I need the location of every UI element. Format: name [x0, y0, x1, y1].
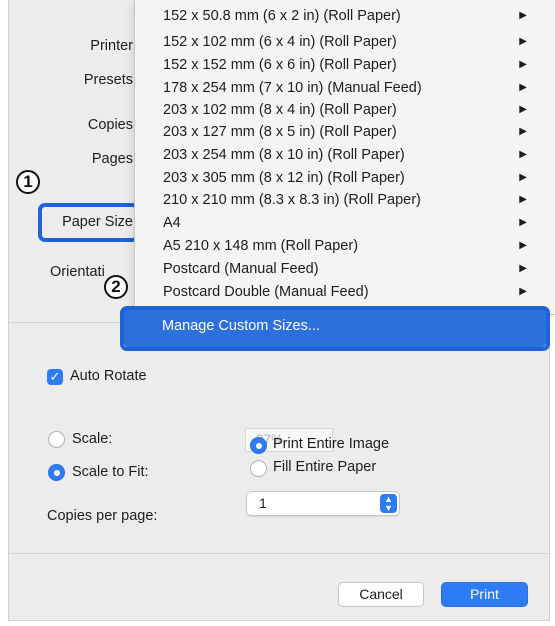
manage-custom-sizes-callout-box: [120, 306, 550, 351]
menu-item-paper-size[interactable]: 178 x 254 mm (7 x 10 in) (Manual Feed): [163, 77, 422, 99]
paper-size-callout-box: [38, 203, 139, 242]
submenu-arrow-icon: ▶: [519, 149, 527, 160]
chevron-up-down-icon: ▲ ▼: [380, 494, 397, 513]
auto-rotate-checkbox[interactable]: ✓: [47, 369, 63, 385]
scale-label: Scale:: [72, 431, 113, 447]
cancel-button[interactable]: Cancel: [338, 582, 424, 607]
scale-to-fit-label: Scale to Fit:: [72, 464, 149, 480]
print-button[interactable]: Print: [441, 582, 528, 607]
menu-item-paper-size[interactable]: 203 x 127 mm (8 x 5 in) (Roll Paper): [163, 121, 397, 143]
submenu-arrow-icon: ▶: [519, 59, 527, 70]
copies-per-page-value: 1: [259, 495, 267, 511]
menu-item-paper-size[interactable]: Postcard (Manual Feed): [163, 258, 319, 280]
fill-entire-paper-label: Fill Entire Paper: [273, 459, 377, 475]
menu-item-paper-size[interactable]: A4: [163, 212, 181, 234]
submenu-arrow-icon: ▶: [519, 126, 527, 137]
menu-item-paper-size[interactable]: 152 x 152 mm (6 x 6 in) (Roll Paper): [163, 54, 397, 76]
submenu-arrow-icon: ▶: [519, 194, 527, 205]
menu-item-paper-size[interactable]: A5 210 x 148 mm (Roll Paper): [163, 235, 358, 257]
scale-radio[interactable]: [48, 431, 65, 448]
fill-entire-paper-radio[interactable]: [250, 460, 267, 477]
menu-item-paper-size[interactable]: 203 x 102 mm (8 x 4 in) (Roll Paper): [163, 99, 397, 121]
callout-number-2: 2: [104, 275, 128, 299]
paper-size-menu: 152 x 50.8 mm (6 x 2 in) (Roll Paper) ▶ …: [134, 0, 555, 315]
auto-rotate-label: Auto Rotate: [70, 368, 147, 384]
callout-number-1: 1: [16, 170, 40, 194]
copies-per-page-select[interactable]: 1 ▲ ▼: [246, 491, 400, 516]
copies-per-page-label: Copies per page:: [47, 508, 158, 524]
submenu-arrow-icon: ▶: [519, 104, 527, 115]
menu-item-paper-size[interactable]: 210 x 210 mm (8.3 x 8.3 in) (Roll Paper): [163, 189, 421, 211]
print-entire-image-radio[interactable]: [250, 437, 267, 454]
submenu-arrow-icon: ▶: [519, 172, 527, 183]
orientation-label: Orientati: [50, 264, 105, 280]
menu-item-paper-size[interactable]: 152 x 102 mm (6 x 4 in) (Roll Paper): [163, 31, 397, 53]
print-entire-image-label: Print Entire Image: [273, 436, 390, 452]
submenu-arrow-icon: ▶: [519, 240, 527, 251]
menu-item-paper-size[interactable]: Postcard Double (Manual Feed): [163, 281, 369, 303]
footer-divider: [8, 553, 548, 554]
scale-to-fit-radio[interactable]: [48, 464, 65, 481]
submenu-arrow-icon: ▶: [519, 82, 527, 93]
submenu-arrow-icon: ▶: [519, 263, 527, 274]
submenu-arrow-icon: ▶: [519, 286, 527, 297]
menu-item-paper-size[interactable]: 152 x 50.8 mm (6 x 2 in) (Roll Paper): [163, 5, 401, 27]
pages-label: Pages: [91, 151, 133, 167]
menu-item-paper-size[interactable]: 203 x 305 mm (8 x 12 in) (Roll Paper): [163, 167, 405, 189]
submenu-arrow-icon: ▶: [519, 217, 527, 228]
submenu-arrow-icon: ▶: [519, 10, 527, 21]
printer-label: Printer: [90, 38, 133, 54]
presets-label: Presets: [83, 72, 133, 88]
submenu-arrow-icon: ▶: [519, 36, 527, 47]
copies-label: Copies: [87, 117, 133, 133]
menu-item-paper-size[interactable]: 203 x 254 mm (8 x 10 in) (Roll Paper): [163, 144, 405, 166]
